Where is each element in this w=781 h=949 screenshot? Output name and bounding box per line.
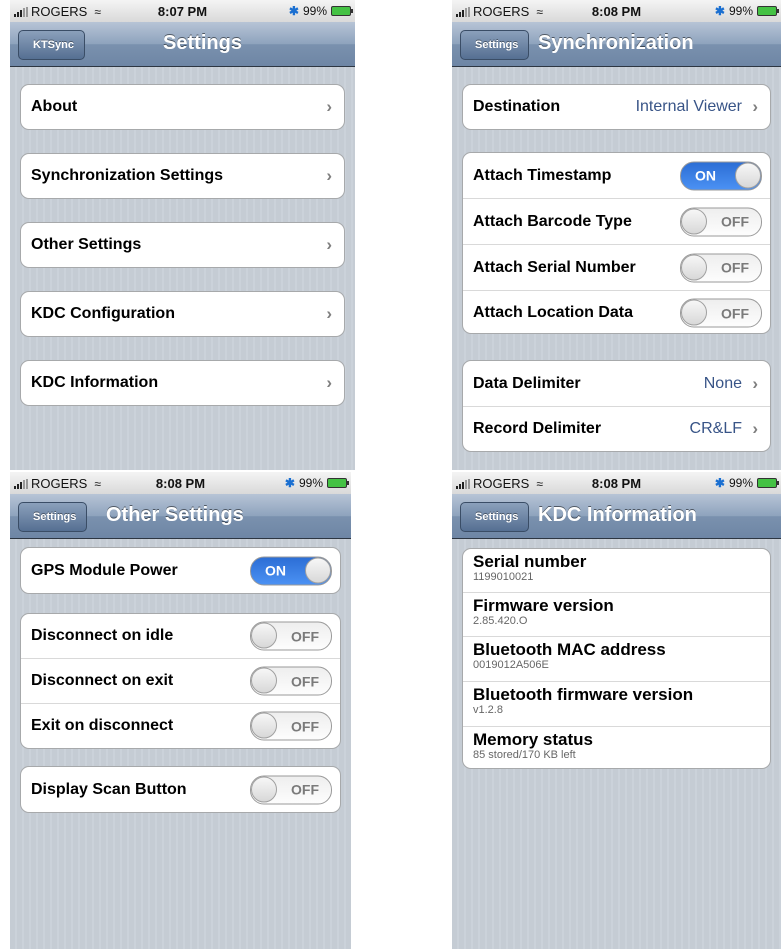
bluetooth-firmware-row: Bluetooth firmware version v1.2.8	[463, 682, 770, 727]
back-button[interactable]: Settings	[460, 30, 530, 60]
status-bar: ROGERS ≈ 8:08 PM ✱ 99%	[452, 0, 781, 22]
destination-row[interactable]: Destination Internal Viewer ›	[463, 85, 770, 129]
bluetooth-mac-value: 0019012A506E	[473, 659, 549, 671]
serial-number-row: Serial number 1199010021	[463, 549, 770, 593]
chevron-right-icon: ›	[752, 419, 758, 438]
kdc-info-group: Serial number 1199010021 Firmware versio…	[462, 548, 771, 769]
settings-item-kdc-configuration[interactable]: KDC Configuration ›	[21, 292, 344, 336]
nav-bar: Settings Other Settings	[10, 494, 351, 539]
attach-barcode-type-toggle[interactable]: OFF	[680, 207, 762, 236]
delimiter-group: Data Delimiter None › Record Delimiter C…	[462, 360, 771, 452]
attach-location-data-row: Attach Location Data OFF	[463, 291, 770, 333]
battery-icon	[327, 478, 349, 488]
bluetooth-icon: ✱	[284, 476, 295, 490]
page-title: Other Settings	[106, 504, 244, 526]
kdc-config-group: KDC Configuration ›	[20, 291, 345, 337]
data-delimiter-value: None	[703, 374, 742, 392]
page-title: KDC Information	[538, 504, 697, 526]
exit-on-disconnect-toggle[interactable]: OFF	[250, 711, 332, 741]
page-title: Settings	[163, 32, 242, 54]
attach-serial-number-toggle[interactable]: OFF	[680, 253, 762, 282]
battery-status: ✱ 99%	[714, 476, 779, 490]
display-scan-button-row: Display Scan Button OFF	[21, 767, 340, 812]
status-bar: ROGERS ≈ 8:07 PM ✱ 99%	[10, 0, 355, 22]
memory-status-row: Memory status 85 stored/170 KB left	[473, 730, 593, 761]
serial-number-value: 1199010021	[473, 571, 534, 583]
attach-barcode-type-row: Attach Barcode Type OFF	[463, 199, 770, 245]
back-button[interactable]: Settings	[18, 502, 88, 532]
destination-group: Destination Internal Viewer ›	[462, 84, 771, 130]
record-delimiter-row[interactable]: Record Delimiter CR&LF ›	[463, 407, 770, 451]
nav-bar: Settings Synchronization	[452, 22, 781, 67]
chevron-right-icon: ›	[326, 97, 332, 116]
disconnect-on-exit-row: Disconnect on exit OFF	[21, 659, 340, 704]
settings-item-other[interactable]: Other Settings ›	[21, 223, 344, 267]
battery-icon	[757, 478, 779, 488]
disconnect-group: Disconnect on idle OFF Disconnect on exi…	[20, 613, 341, 749]
settings-item-synchronization[interactable]: Synchronization Settings ›	[21, 154, 344, 198]
kdc-information-screen: ROGERS ≈ 8:08 PM ✱ 99% Settings KDC Info…	[452, 472, 781, 949]
display-scan-button-toggle[interactable]: OFF	[250, 775, 332, 804]
other-group: Other Settings ›	[20, 222, 345, 268]
bluetooth-icon: ✱	[714, 4, 725, 18]
bluetooth-icon: ✱	[288, 4, 299, 18]
bluetooth-firmware-value: v1.2.8	[473, 704, 503, 716]
gps-module-power-toggle[interactable]: ON	[250, 556, 332, 585]
chevron-right-icon: ›	[326, 304, 332, 323]
disconnect-on-idle-row: Disconnect on idle OFF	[21, 614, 340, 659]
kdc-info-group: KDC Information ›	[20, 360, 345, 406]
bluetooth-icon: ✱	[714, 476, 725, 490]
settings-screen: ROGERS ≈ 8:07 PM ✱ 99% KTSync Settings A…	[10, 0, 355, 470]
settings-item-about[interactable]: About ›	[21, 85, 344, 129]
nav-bar: KTSync Settings	[10, 22, 355, 67]
record-delimiter-value: CR&LF	[689, 420, 742, 437]
battery-icon	[757, 6, 779, 16]
about-group: About ›	[20, 84, 345, 130]
memory-status-value: 85 stored/170 KB left	[473, 749, 576, 761]
status-bar: ROGERS ≈ 8:08 PM ✱ 99%	[452, 472, 781, 494]
synchronization-screen: ROGERS ≈ 8:08 PM ✱ 99% Settings Synchron…	[452, 0, 781, 470]
gps-group: GPS Module Power ON	[20, 547, 341, 594]
settings-item-kdc-information[interactable]: KDC Information ›	[21, 361, 344, 405]
chevron-right-icon: ›	[752, 97, 758, 116]
battery-status: ✱ 99%	[284, 476, 349, 490]
destination-value: Internal Viewer	[635, 98, 742, 115]
status-bar: ROGERS ≈ 8:08 PM ✱ 99%	[10, 472, 351, 494]
firmware-version-row: Firmware version 2.85.420.O	[463, 593, 770, 637]
sync-group: Synchronization Settings ›	[20, 153, 345, 199]
bluetooth-mac-row: Bluetooth MAC address 0019012A506E	[463, 637, 770, 682]
firmware-version-value: 2.85.420.O	[473, 615, 528, 627]
battery-icon	[331, 6, 353, 16]
disconnect-on-exit-toggle[interactable]: OFF	[250, 666, 332, 696]
gps-module-power-row: GPS Module Power ON	[21, 548, 340, 593]
back-button[interactable]: Settings	[460, 502, 530, 532]
chevron-right-icon: ›	[326, 166, 332, 185]
disconnect-on-idle-toggle[interactable]: OFF	[250, 621, 332, 651]
attach-location-data-toggle[interactable]: OFF	[680, 298, 762, 328]
battery-status: ✱ 99%	[714, 4, 779, 18]
attach-timestamp-toggle[interactable]: ON	[680, 161, 762, 190]
attach-group: Attach Timestamp ON Attach Barcode Type …	[462, 152, 771, 334]
other-settings-screen: ROGERS ≈ 8:08 PM ✱ 99% Settings Other Se…	[10, 472, 351, 949]
nav-bar: Settings KDC Information	[452, 494, 781, 539]
attach-timestamp-row: Attach Timestamp ON	[463, 153, 770, 199]
chevron-right-icon: ›	[326, 235, 332, 254]
attach-serial-number-row: Attach Serial Number OFF	[463, 245, 770, 291]
chevron-right-icon: ›	[752, 373, 758, 393]
page-title: Synchronization	[538, 32, 694, 54]
battery-status: ✱ 99%	[288, 4, 353, 18]
scan-group: Display Scan Button OFF	[20, 766, 341, 813]
exit-on-disconnect-row: Exit on disconnect OFF	[21, 704, 340, 748]
data-delimiter-row[interactable]: Data Delimiter None ›	[463, 361, 770, 407]
chevron-right-icon: ›	[326, 373, 332, 392]
